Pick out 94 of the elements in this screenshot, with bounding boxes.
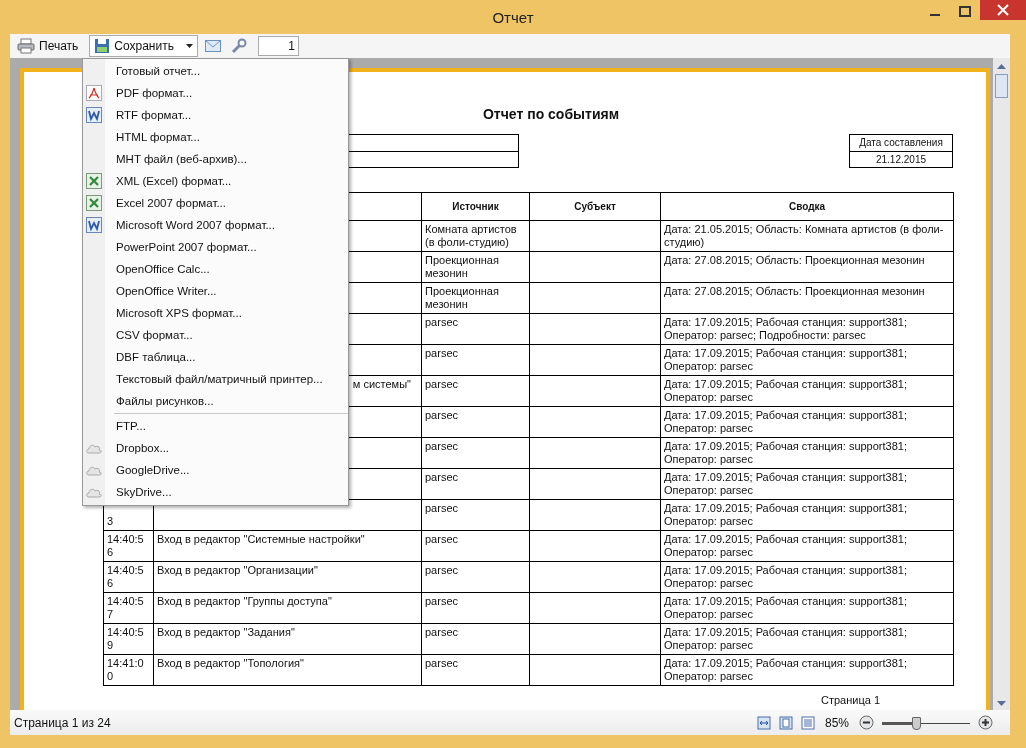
close-icon — [997, 4, 1009, 16]
scroll-down-icon[interactable] — [997, 701, 1006, 706]
table-cell: parsec — [421, 592, 530, 624]
close-button[interactable] — [980, 0, 1026, 20]
table-cell: Проекционная мезонин — [421, 251, 530, 283]
menu-item[interactable]: Excel 2007 формат... — [83, 192, 348, 214]
window-title: Отчет — [492, 8, 534, 26]
table-cell: 14:40:56 — [103, 561, 154, 593]
table-cell: Проекционная мезонин — [421, 282, 530, 314]
table-cell: Дата: 17.09.2015; Рабочая станция: support381; Оператор: parsec — [660, 623, 954, 655]
table-cell: Дата: 17.09.2015; Рабочая станция: support381; Оператор: parsec — [660, 592, 954, 624]
table-cell: 14:40:59 — [103, 623, 154, 655]
table-cell: Дата: 17.09.2015; Рабочая станция: support381; Оператор: parsec; Подробности: parsec — [660, 313, 954, 345]
save-button[interactable]: Сохранить — [89, 35, 198, 57]
table-cell: Вход в редактор "Задания" — [153, 623, 422, 655]
caret-icon — [185, 44, 193, 48]
table-cell-text: Дата составления — [858, 136, 944, 150]
cloud-icon — [85, 486, 103, 498]
scroll-thumb[interactable] — [995, 74, 1008, 98]
table-cell: Дата: 17.09.2015; Рабочая станция: support381; Оператор: parsec — [660, 375, 954, 407]
menu-item[interactable]: HTML формат... — [83, 126, 348, 148]
menu-item[interactable]: XML (Excel) формат... — [83, 170, 348, 192]
menu-item[interactable]: DBF таблица... — [83, 346, 348, 368]
table-cell: 14:40:56 — [103, 530, 154, 562]
table-cell: Дата: 21.05.2015; Область: Комната артистов (в фоли-студию) — [660, 220, 954, 252]
menu-item[interactable]: PowerPoint 2007 формат... — [83, 236, 348, 258]
table-cell: Дата: 17.09.2015; Рабочая станция: support381; Оператор: parsec — [660, 344, 954, 376]
table-cell: Вход в редактор "Системные настройки" — [153, 530, 422, 562]
menu-item[interactable]: PDF формат... — [83, 82, 348, 104]
menu-item[interactable]: GoogleDrive... — [83, 459, 348, 481]
column-header: Сводка — [660, 192, 954, 221]
table-cell: 14:41:00 — [103, 654, 154, 686]
table-cell: Комната артистов (в фоли-студию) — [421, 220, 530, 252]
table-cell: parsec — [421, 375, 530, 407]
zoom-slider-thumb[interactable] — [912, 716, 922, 730]
zoom-out-icon[interactable] — [859, 715, 874, 730]
single-page-icon[interactable] — [778, 715, 793, 730]
menu-item[interactable]: CSV формат... — [83, 324, 348, 346]
table-cell: Вход в редактор "Топология" — [153, 654, 422, 686]
spreadsheet-icon — [86, 173, 102, 189]
table-cell: parsec — [421, 437, 530, 469]
table-cell: parsec — [421, 406, 530, 438]
table-cell: parsec — [421, 561, 530, 593]
menu-item[interactable]: FTP... — [83, 415, 348, 437]
scrollbar[interactable] — [993, 58, 1010, 710]
table-cell: parsec — [421, 623, 530, 655]
table-cell: Дата: 17.09.2015; Рабочая станция: support381; Оператор: parsec — [660, 437, 954, 469]
word-document-icon — [86, 107, 102, 123]
menu-item[interactable]: Microsoft Word 2007 формат... — [83, 214, 348, 236]
page-number-field[interactable]: 1 — [257, 36, 299, 56]
table-cell: Дата: 27.08.2015; Область: Проекционная мезонин — [660, 282, 954, 314]
print-button[interactable]: Печать — [12, 35, 84, 57]
menu-item[interactable]: Dropbox... — [83, 437, 348, 459]
table-cell: Дата: 17.09.2015; Рабочая станция: support381; Оператор: parsec — [660, 468, 954, 500]
cloud-icon — [85, 442, 103, 454]
table-cell: Дата: 17.09.2015; Рабочая станция: support381; Оператор: parsec — [660, 654, 954, 686]
table-cell: Дата: 17.09.2015; Рабочая станция: support381; Оператор: parsec — [660, 499, 954, 531]
report-title: Отчет по событиям — [482, 106, 620, 122]
menu-item[interactable]: Готовый отчет... — [83, 60, 348, 82]
table-cell: parsec — [421, 499, 530, 531]
table-cell: parsec — [421, 468, 530, 500]
cloud-icon — [85, 464, 103, 476]
table-cell: Вход в редактор "Группы доступа" — [153, 592, 422, 624]
table-cell: parsec — [421, 313, 530, 345]
table-cell: Дата: 17.09.2015; Рабочая станция: support381; Оператор: parsec — [660, 561, 954, 593]
printer-icon — [17, 38, 35, 54]
table-cell: Вход в редактор "Организации" — [153, 561, 422, 593]
zoom-level: 85% — [824, 715, 849, 730]
menu-item[interactable]: MHT файл (веб-архив)... — [83, 148, 348, 170]
zoom-in-icon[interactable] — [978, 715, 993, 730]
word-document-icon — [86, 217, 102, 233]
maximize-icon[interactable] — [957, 6, 973, 18]
menu-item[interactable]: Microsoft XPS формат... — [83, 302, 348, 324]
scroll-up-icon[interactable] — [997, 64, 1006, 69]
table-cell: parsec — [421, 530, 530, 562]
table-cell: Дата: 27.08.2015; Область: Проекционная мезонин — [660, 251, 954, 283]
mail-icon[interactable] — [204, 40, 221, 52]
menu-item[interactable]: RTF формат... — [83, 104, 348, 126]
continuous-pages-icon[interactable] — [800, 715, 815, 730]
menu-item[interactable]: OpenOffice Calc... — [83, 258, 348, 280]
column-header: Источник — [421, 192, 530, 221]
table-cell: Дата: 17.09.2015; Рабочая станция: support381; Оператор: parsec — [660, 530, 954, 562]
table-cell: Дата: 17.09.2015; Рабочая станция: support381; Оператор: parsec — [660, 406, 954, 438]
table-cell: 21.12.2015 — [850, 151, 952, 168]
page-width-icon[interactable] — [756, 715, 771, 730]
page-footer: Страница 1 — [821, 694, 881, 706]
page-status: Страница 1 из 24 — [14, 715, 111, 730]
menu-item[interactable]: OpenOffice Writer... — [83, 280, 348, 302]
table-cell: parsec — [421, 654, 530, 686]
column-header: Субъект — [529, 192, 661, 221]
spreadsheet-icon — [86, 195, 102, 211]
pdf-icon — [86, 85, 102, 101]
table-cell: 14:40:57 — [103, 592, 154, 624]
table-cell: parsec — [421, 344, 530, 376]
